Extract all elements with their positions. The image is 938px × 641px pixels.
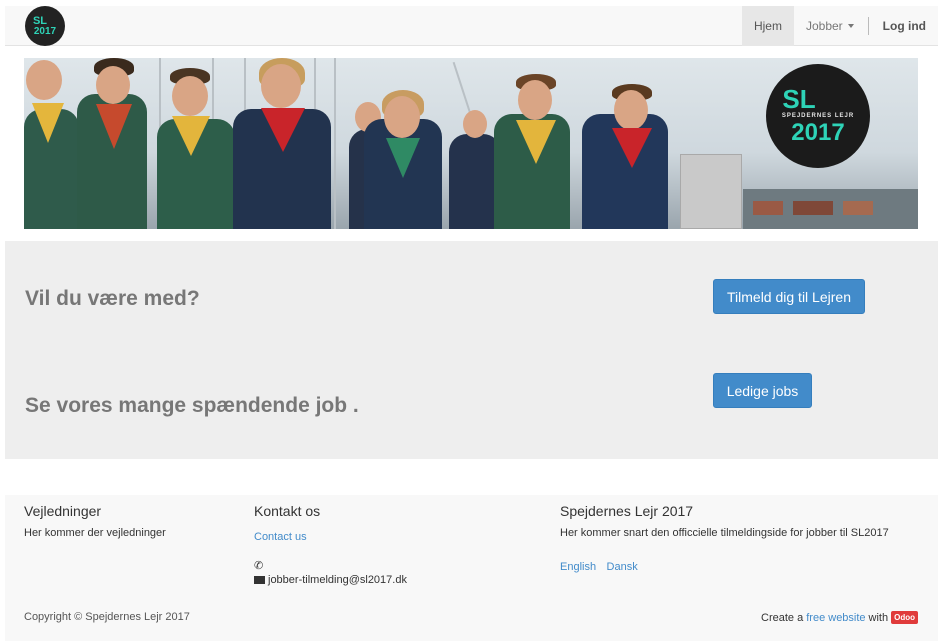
contact-email[interactable]: jobber-tilmelding@sl2017.dk xyxy=(268,574,407,586)
harbor-background xyxy=(743,189,918,229)
free-website-link[interactable]: free website xyxy=(806,612,865,624)
copyright-text: Copyright © Spejdernes Lejr 2017 xyxy=(24,611,190,623)
nav-item-label: Jobber xyxy=(805,19,843,33)
language-danish-link[interactable]: Dansk xyxy=(607,561,638,573)
powered-by: Create a free website with Odoo xyxy=(761,611,918,624)
badge-text-sl: SL xyxy=(782,84,816,114)
nav-item-login[interactable]: Log ind xyxy=(871,6,938,46)
footer-column-contact: Kontakt os Contact us ✆ jobber-tilmeldin… xyxy=(254,503,407,586)
nav-menu: Hjem Jobber Log ind xyxy=(741,6,938,46)
cta-heading-join: Vil du være med? xyxy=(25,287,200,310)
nav-item-label: Hjem xyxy=(753,19,782,33)
footer-text: Her kommer snart den officcielle tilmeld… xyxy=(560,527,889,539)
language-english-link[interactable]: English xyxy=(560,561,596,573)
site-footer: Vejledninger Her kommer der vejledninger… xyxy=(5,495,938,641)
footer-heading: Vejledninger xyxy=(24,503,102,519)
envelope-icon xyxy=(254,576,265,584)
language-switcher: English Dansk xyxy=(560,557,889,575)
footer-text: Her kommer der vejledninger xyxy=(24,527,166,539)
signup-camp-button[interactable]: Tilmeld dig til Lejren xyxy=(713,279,865,314)
caret-down-icon xyxy=(847,24,854,28)
powered-mid: with xyxy=(868,611,889,624)
footer-column-about: Spejdernes Lejr 2017 Her kommer snart de… xyxy=(560,503,889,575)
cta-section: Vil du være med? Tilmeld dig til Lejren … xyxy=(5,241,938,459)
sl2017-badge-logo: SL SPEJDERNES LEJR 2017 xyxy=(766,64,870,168)
available-jobs-button[interactable]: Ledige jobs xyxy=(713,373,812,408)
footer-heading: Spejdernes Lejr 2017 xyxy=(560,503,694,519)
badge-text-year: 2017 xyxy=(791,119,845,146)
nav-item-label: Log ind xyxy=(882,19,926,33)
logo-text-sl: SL xyxy=(32,14,48,27)
powered-prefix: Create a xyxy=(761,611,804,624)
top-navbar: SL 2017 Hjem Jobber Log ind xyxy=(5,6,938,46)
nav-item-hjem[interactable]: Hjem xyxy=(741,6,794,46)
logo-text-year: 2017 xyxy=(33,25,57,37)
phone-icon: ✆ xyxy=(254,560,264,572)
odoo-logo[interactable]: Odoo xyxy=(891,611,918,624)
cta-heading-jobs: Se vores mange spændende job . xyxy=(25,394,359,417)
footer-heading: Kontakt os xyxy=(254,503,321,519)
nav-divider xyxy=(867,17,869,35)
hero-banner-image: SL SPEJDERNES LEJR 2017 xyxy=(24,58,918,229)
contact-us-link[interactable]: Contact us xyxy=(254,531,307,543)
email-row: jobber-tilmelding@sl2017.dk xyxy=(254,574,407,586)
nav-item-jobber[interactable]: Jobber xyxy=(794,6,866,46)
site-logo[interactable]: SL 2017 xyxy=(25,6,65,46)
footer-column-guides: Vejledninger Her kommer der vejledninger xyxy=(24,503,166,539)
